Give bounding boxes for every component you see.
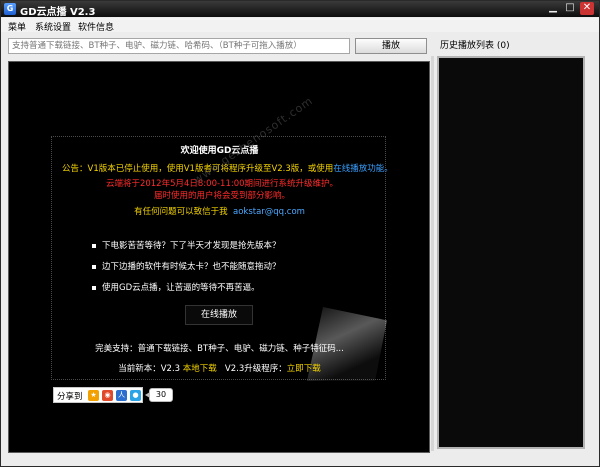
close-button[interactable]: ✕ xyxy=(580,2,594,15)
minimize-button[interactable]: ▁ xyxy=(546,2,560,15)
maximize-button[interactable]: □ xyxy=(563,2,577,15)
pane-splitter[interactable] xyxy=(431,56,434,451)
bullet-text: 边下边播的软件有时候太卡？也不能随意拖动？ xyxy=(102,262,281,272)
online-play-button[interactable]: 在线播放 xyxy=(185,305,253,325)
maintenance-impact: 届时使用的用户将会受到部分影响。 xyxy=(153,191,290,201)
welcome-title: 欢迎使用GD云点播 xyxy=(180,146,259,156)
feature-bullet: 边下边播的软件有时候太卡？也不能随意拖动？ xyxy=(92,260,281,272)
qq-icon[interactable]: ● xyxy=(130,390,141,401)
contact-text: 有任何问题可以致信于我 xyxy=(134,207,228,217)
url-input[interactable] xyxy=(8,38,350,54)
feature-bullet: 下电影苦苦等待？下了半天才发现是抢先版本？ xyxy=(92,239,281,251)
menu-item-menu[interactable]: 菜单 xyxy=(8,20,26,33)
bullet-text: 使用GD云点播，让苦逼的等待不再苦逼。 xyxy=(102,283,260,293)
online-play-link[interactable]: 在线播放功能。 xyxy=(333,164,393,174)
support-text: 完美支持：普通下载链接、BT种子、电驴、磁力链、种子特征码... xyxy=(95,344,344,354)
window-title: GD云点播 V2.3 xyxy=(20,7,96,18)
menu-item-settings[interactable]: 系统设置 xyxy=(35,20,71,33)
menu-bar: 菜单 系统设置 软件信息 xyxy=(1,18,599,33)
contact-email-link[interactable]: aokstar@qq.com xyxy=(233,207,305,217)
weibo-icon[interactable]: ◉ xyxy=(102,390,113,401)
share-count: 30 xyxy=(145,388,173,402)
title-bar[interactable]: G GD云点播 V2.3 ▁ □ ✕ xyxy=(1,1,599,18)
play-button[interactable]: 播放 xyxy=(355,38,427,54)
bullet-icon xyxy=(92,285,96,290)
share-bar: 分享到 ★ ◉ 人 ● xyxy=(53,387,143,403)
upgrade-label: V2.3升级程序： xyxy=(224,364,287,374)
app-logo-icon: G xyxy=(4,3,16,15)
app-window: G GD云点播 V2.3 ▁ □ ✕ 菜单 系统设置 软件信息 播放 历史播放列… xyxy=(0,0,600,467)
contact-line: 有任何问题可以致信于我 aokstar@qq.com xyxy=(52,205,387,217)
maintenance-notice: 云端将于2012年5月4日8:00-11:00期间进行系统升级维护。 xyxy=(105,179,339,189)
history-list-label: 历史播放列表 (0) xyxy=(440,41,510,51)
bullet-icon xyxy=(92,243,96,248)
bullet-icon xyxy=(92,264,96,269)
qzone-icon[interactable]: ★ xyxy=(88,390,99,401)
history-list[interactable] xyxy=(437,56,585,449)
download-now-link[interactable]: 立即下载 xyxy=(287,364,321,374)
version-line: 当前新本：V2.3 本地下载 V2.3升级程序：立即下载 xyxy=(52,362,387,374)
bullet-text: 下电影苦苦等待？下了半天才发现是抢先版本？ xyxy=(102,241,281,251)
renren-icon[interactable]: 人 xyxy=(116,390,127,401)
local-download-link[interactable]: 本地下载 xyxy=(183,364,217,374)
share-label: 分享到 xyxy=(57,392,83,402)
feature-bullet: 使用GD云点播，让苦逼的等待不再苦逼。 xyxy=(92,281,260,293)
menu-item-about[interactable]: 软件信息 xyxy=(78,20,114,33)
current-version: 当前新本：V2.3 xyxy=(118,364,181,374)
